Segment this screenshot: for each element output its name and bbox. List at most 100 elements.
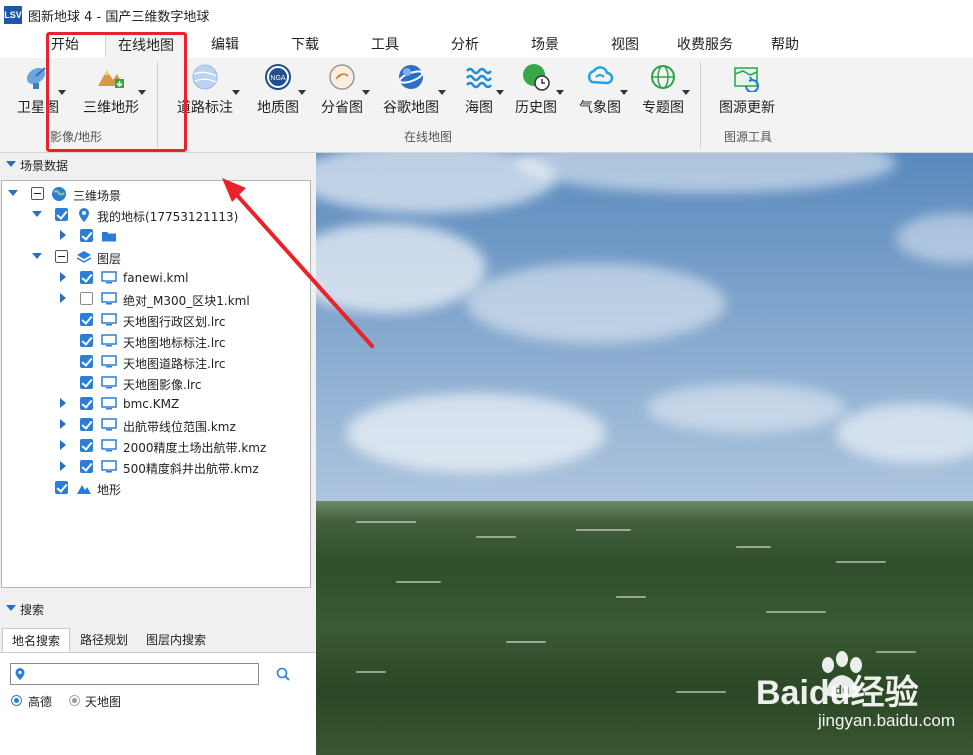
terrain-feature: [676, 691, 726, 693]
tree-label: bmc.KMZ: [123, 397, 180, 411]
chevron-down-icon[interactable]: [298, 90, 306, 95]
tree-node-layer-item[interactable]: fanewi.kml: [2, 268, 302, 288]
chevron-down-icon[interactable]: [682, 90, 690, 95]
expand-arrow-icon[interactable]: [60, 419, 66, 429]
tree-node-folder[interactable]: [2, 226, 302, 246]
chevron-down-icon[interactable]: [232, 90, 240, 95]
checkbox[interactable]: [80, 397, 93, 410]
expand-arrow-icon[interactable]: [8, 190, 18, 196]
layers-icon: [76, 251, 92, 263]
checkbox[interactable]: [55, 208, 68, 221]
chevron-down-icon[interactable]: [620, 90, 628, 95]
expand-arrow-icon[interactable]: [60, 398, 66, 408]
checkbox[interactable]: [80, 271, 93, 284]
sea-chart-label: 海图: [465, 100, 493, 116]
watermark-brand: Baidu经验: [756, 674, 919, 712]
geology-map-button[interactable]: NGA 地质图: [250, 62, 306, 120]
tree-node-layer-item[interactable]: 绝对_M300_区块1.kml: [2, 289, 302, 309]
tree-label: 三维场景: [73, 189, 122, 203]
checkbox[interactable]: [80, 355, 93, 368]
tab-route-planning[interactable]: 路径规划: [72, 628, 136, 652]
google-map-label: 谷歌地图: [383, 100, 439, 116]
monitor-icon: [101, 418, 117, 431]
tab-tools[interactable]: 工具: [360, 33, 410, 58]
checkbox[interactable]: [31, 187, 44, 200]
monitor-icon: [101, 460, 117, 473]
location-pin-icon: [15, 668, 25, 680]
checkbox[interactable]: [80, 439, 93, 452]
expand-arrow-icon[interactable]: [32, 211, 42, 217]
terrain-feature: [836, 561, 886, 563]
terrain-feature: [356, 671, 386, 673]
globe-3d-view[interactable]: du Baidu经验 jingyan.baidu.com: [316, 153, 973, 755]
checkbox[interactable]: [80, 229, 93, 242]
checkbox[interactable]: [80, 334, 93, 347]
tab-analysis[interactable]: 分析: [440, 33, 490, 58]
expand-arrow-icon[interactable]: [60, 230, 66, 240]
tab-layer-search[interactable]: 图层内搜索: [138, 628, 214, 652]
tree-label: 图层: [97, 252, 122, 266]
tree-node-layers[interactable]: 图层: [2, 247, 302, 267]
scene-data-header[interactable]: 场景数据: [0, 154, 316, 176]
chevron-down-icon[interactable]: [496, 90, 504, 95]
tab-help[interactable]: 帮助: [760, 33, 810, 58]
province-map-button[interactable]: 分省图: [314, 62, 370, 120]
weather-map-button[interactable]: 气象图: [572, 62, 628, 120]
tab-paid-services[interactable]: 收费服务: [670, 33, 740, 58]
checkbox[interactable]: [55, 481, 68, 494]
checkbox[interactable]: [80, 376, 93, 389]
chevron-down-icon[interactable]: [438, 90, 446, 95]
radio-tianditu[interactable]: [69, 695, 80, 706]
terrain-feature: [766, 611, 826, 613]
tab-edit[interactable]: 编辑: [200, 33, 250, 58]
chevron-down-icon[interactable]: [362, 90, 370, 95]
tree-node-layer-item[interactable]: bmc.KMZ: [2, 394, 302, 414]
checkbox[interactable]: [80, 313, 93, 326]
svg-text:NGA: NGA: [270, 75, 286, 82]
tree-node-3d-scene[interactable]: 三维场景: [2, 184, 302, 204]
chevron-down-icon[interactable]: [556, 90, 564, 95]
google-earth-icon: [398, 65, 424, 89]
terrain-feature: [576, 529, 631, 531]
thematic-map-button[interactable]: 专题图: [634, 62, 692, 120]
map-source-update-button[interactable]: 图源更新: [716, 62, 778, 120]
expand-arrow-icon[interactable]: [60, 461, 66, 471]
collapse-triangle-icon[interactable]: [6, 161, 16, 167]
expand-arrow-icon[interactable]: [60, 440, 66, 450]
sea-chart-icon: [466, 67, 492, 89]
tree-label: 出航带线位范围.kmz: [123, 420, 236, 434]
radio-gaode[interactable]: [11, 695, 22, 706]
checkbox[interactable]: [80, 460, 93, 473]
tab-download[interactable]: 下载: [280, 33, 330, 58]
terrain-small-icon: [77, 485, 91, 494]
search-input[interactable]: [10, 663, 259, 685]
sea-chart-button[interactable]: 海图: [456, 62, 504, 120]
tree-node-layer-item[interactable]: 出航带线位范围.kmz: [2, 415, 302, 435]
checkbox[interactable]: [80, 418, 93, 431]
tree-node-layer-item[interactable]: 天地图地标标注.lrc: [2, 331, 302, 351]
tree-node-layer-item[interactable]: 2000精度土场出航带.kmz: [2, 436, 302, 456]
tab-view[interactable]: 视图: [600, 33, 650, 58]
tree-node-layer-item[interactable]: 500精度斜井出航带.kmz: [2, 457, 302, 477]
checkbox[interactable]: [80, 292, 93, 305]
tab-place-search[interactable]: 地名搜索: [2, 628, 70, 652]
tree-node-layer-item[interactable]: 天地图行政区划.lrc: [2, 310, 302, 330]
google-map-button[interactable]: 谷歌地图: [378, 62, 446, 120]
monitor-icon: [101, 355, 117, 368]
search-tabs: 地名搜索 路径规划 图层内搜索: [0, 628, 316, 653]
search-header[interactable]: 搜索: [0, 598, 316, 620]
collapse-triangle-icon[interactable]: [6, 605, 16, 611]
tree-node-layer-item[interactable]: 天地图影像.lrc: [2, 373, 302, 393]
expand-arrow-icon[interactable]: [60, 272, 66, 282]
tab-scene[interactable]: 场景: [520, 33, 570, 58]
monitor-icon: [101, 439, 117, 452]
tree-node-terrain[interactable]: 地形: [2, 478, 302, 498]
geology-map-icon: NGA: [265, 64, 291, 90]
history-map-button[interactable]: 历史图: [508, 62, 564, 120]
checkbox[interactable]: [55, 250, 68, 263]
expand-arrow-icon[interactable]: [60, 293, 66, 303]
tree-node-my-placemarks[interactable]: 我的地标(17753121113): [2, 205, 302, 225]
search-icon[interactable]: [276, 667, 290, 681]
expand-arrow-icon[interactable]: [32, 253, 42, 259]
tree-node-layer-item[interactable]: 天地图道路标注.lrc: [2, 352, 302, 372]
